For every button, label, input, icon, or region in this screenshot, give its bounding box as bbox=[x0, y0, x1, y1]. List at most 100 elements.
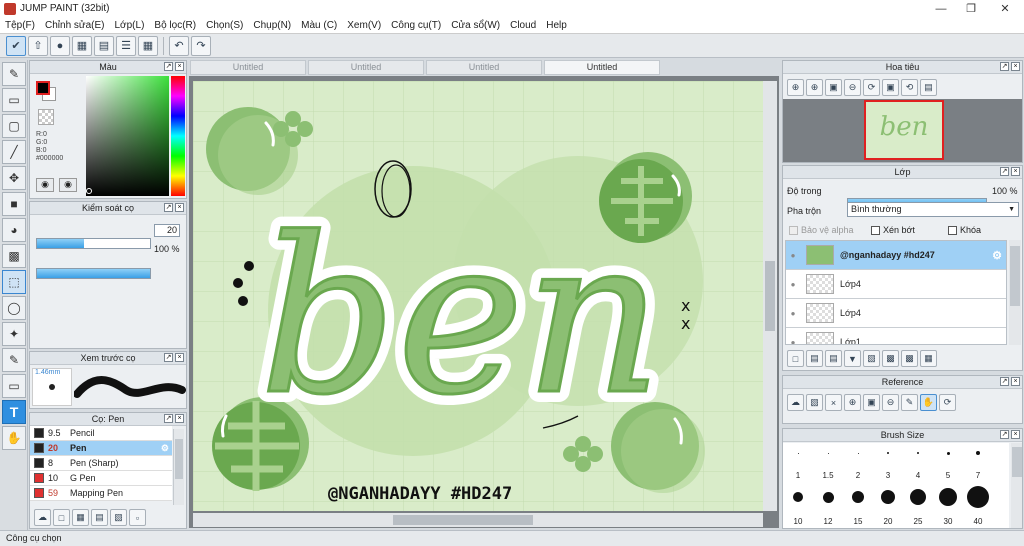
artwork-canvas[interactable]: x x ben ben @NGANHADAYY #HD247 bbox=[193, 81, 763, 511]
new-layer-icon[interactable]: □ bbox=[787, 350, 804, 367]
panel-close-icon[interactable]: × bbox=[1011, 430, 1020, 439]
brush-size-dot[interactable] bbox=[813, 447, 843, 459]
palette-icon[interactable]: ◉ bbox=[36, 178, 54, 192]
brush-list-scrollbar[interactable] bbox=[173, 429, 184, 505]
new-brush-icon[interactable]: □ bbox=[53, 509, 70, 526]
reference-zoom-out-icon[interactable]: ⊖ bbox=[882, 394, 899, 411]
panel-close-icon[interactable]: × bbox=[175, 62, 184, 71]
palette-settings-icon[interactable]: ◉ bbox=[59, 178, 77, 192]
layer-row[interactable]: ● Lớp4 bbox=[786, 270, 1006, 299]
eyedropper-icon[interactable]: ✎ bbox=[901, 394, 918, 411]
close-reference-icon[interactable]: × bbox=[825, 394, 842, 411]
brush-size-dot[interactable] bbox=[813, 491, 843, 503]
lock-option[interactable]: Khóa bbox=[948, 225, 981, 235]
panel-close-icon[interactable]: × bbox=[1011, 167, 1020, 176]
select-rect-tool-icon[interactable]: ⬚ bbox=[2, 270, 26, 294]
minimize-button[interactable]: — bbox=[926, 0, 956, 17]
layer-row[interactable]: ● Lớp4 bbox=[786, 299, 1006, 328]
panel-float-icon[interactable]: ↗ bbox=[1000, 62, 1009, 71]
saturation-value-picker[interactable] bbox=[86, 76, 169, 196]
protect-alpha-option[interactable]: Bảo vệ alpha bbox=[789, 225, 854, 235]
list-icon[interactable]: ☰ bbox=[116, 35, 136, 56]
clipping-option[interactable]: Xén bớt bbox=[871, 225, 915, 235]
gear-icon[interactable]: ⚙ bbox=[992, 249, 1002, 262]
layer-row[interactable]: ● @nganhadayy #hd247 ⚙ bbox=[786, 241, 1006, 270]
clipping-checkbox[interactable] bbox=[871, 225, 880, 235]
layer-list-scrollbar[interactable] bbox=[1009, 240, 1021, 345]
tab-untitled-3[interactable]: Untitled bbox=[426, 60, 542, 75]
hue-slider[interactable] bbox=[171, 76, 185, 196]
cloud-brush-icon[interactable]: ☁ bbox=[34, 509, 51, 526]
fill-rect-tool-icon[interactable]: ■ bbox=[2, 192, 26, 216]
brush-size-dot[interactable] bbox=[873, 447, 903, 459]
move-tool-icon[interactable]: ✥ bbox=[2, 166, 26, 190]
brush-size-dot[interactable] bbox=[963, 447, 993, 459]
brush-type-icon[interactable]: ▦ bbox=[72, 509, 89, 526]
add-layer-menu-icon[interactable]: ▼ bbox=[844, 350, 861, 367]
foreground-color-swatch[interactable] bbox=[36, 81, 50, 95]
tab-untitled-2[interactable]: Untitled bbox=[308, 60, 424, 75]
cloud-reference-icon[interactable]: ☁ bbox=[787, 394, 804, 411]
new-layer-8bit-icon[interactable]: ▤ bbox=[806, 350, 823, 367]
fit-screen-icon[interactable]: ▣ bbox=[825, 79, 842, 96]
brush-size-dot[interactable] bbox=[843, 447, 873, 459]
menu-view[interactable]: Xem(V) bbox=[342, 20, 386, 31]
close-window-button[interactable]: ✕ bbox=[990, 0, 1020, 17]
brush-item[interactable]: 9.5 Pencil bbox=[30, 426, 172, 441]
brush-size-dot[interactable] bbox=[783, 447, 813, 459]
brush-size-dot[interactable] bbox=[873, 490, 903, 504]
new-layer-1bit-icon[interactable]: ▤ bbox=[825, 350, 842, 367]
reference-rotate-icon[interactable]: ⟳ bbox=[939, 394, 956, 411]
select-eraser-tool-icon[interactable]: ▭ bbox=[2, 374, 26, 398]
menu-filter[interactable]: Bộ lọc(R) bbox=[149, 20, 201, 31]
panel-float-icon[interactable]: ↗ bbox=[164, 414, 173, 423]
panel-float-icon[interactable]: ↗ bbox=[164, 353, 173, 362]
lock-checkbox[interactable] bbox=[948, 225, 957, 235]
brush-item-selected[interactable]: 20 Pen ⚙ bbox=[30, 441, 172, 456]
brush-settings-icon[interactable]: ▤ bbox=[91, 509, 108, 526]
panel-float-icon[interactable]: ↗ bbox=[164, 62, 173, 71]
grid-settings-icon[interactable]: ▦ bbox=[138, 35, 158, 56]
menu-cloud[interactable]: Cloud bbox=[505, 20, 541, 31]
jump-icon[interactable]: ✔ bbox=[6, 35, 26, 56]
brush-size-dot[interactable] bbox=[933, 447, 963, 459]
brush-size-dot[interactable] bbox=[903, 489, 933, 505]
panel-close-icon[interactable]: × bbox=[1011, 62, 1020, 71]
panel-float-icon[interactable]: ↗ bbox=[1000, 167, 1009, 176]
brush-size-dot[interactable] bbox=[843, 491, 873, 503]
scrollbar-thumb[interactable] bbox=[765, 261, 775, 331]
brush-size-dot[interactable] bbox=[903, 447, 933, 459]
brush-size-dot[interactable] bbox=[933, 488, 963, 506]
line-tool-icon[interactable]: ╱ bbox=[2, 140, 26, 164]
menu-file[interactable]: Tệp(F) bbox=[0, 20, 40, 31]
rotate-icon[interactable]: ⟳ bbox=[863, 79, 880, 96]
rectangle-tool-icon[interactable]: ▢ bbox=[2, 114, 26, 138]
scrollbar-thumb[interactable] bbox=[393, 515, 533, 525]
delete-layer-icon[interactable]: ▦ bbox=[920, 350, 937, 367]
reference-fit-icon[interactable]: ▣ bbox=[863, 394, 880, 411]
zoom-in-icon[interactable]: ⊕ bbox=[806, 79, 823, 96]
gradient-tool-icon[interactable]: ▩ bbox=[2, 244, 26, 268]
layer-row[interactable]: ● Lớp1 bbox=[786, 328, 1006, 344]
menu-color[interactable]: Màu (C) bbox=[296, 20, 342, 31]
document-icon[interactable]: ▤ bbox=[94, 35, 114, 56]
panel-close-icon[interactable]: × bbox=[175, 414, 184, 423]
panel-close-icon[interactable]: × bbox=[1011, 377, 1020, 386]
canvas-vertical-scrollbar[interactable] bbox=[763, 81, 777, 511]
transparent-color-swatch[interactable] bbox=[38, 109, 54, 125]
zoom-out-icon[interactable]: ⊖ bbox=[844, 79, 861, 96]
brush-delete-icon[interactable]: ▫ bbox=[129, 509, 146, 526]
zoom-reset-icon[interactable]: ⊕ bbox=[787, 79, 804, 96]
maximize-button[interactable]: ❐ bbox=[956, 0, 986, 17]
duplicate-layer-icon[interactable]: ▩ bbox=[882, 350, 899, 367]
brush-opacity-slider[interactable] bbox=[36, 268, 151, 279]
message-icon[interactable]: ▦ bbox=[72, 35, 92, 56]
scrollbar-thumb[interactable] bbox=[175, 439, 183, 479]
panel-float-icon[interactable]: ↗ bbox=[1000, 430, 1009, 439]
scrollbar-thumb[interactable] bbox=[1010, 246, 1020, 306]
gear-icon[interactable]: ⚙ bbox=[161, 443, 169, 454]
menu-capture[interactable]: Chụp(N) bbox=[248, 20, 296, 31]
canvas-horizontal-scrollbar[interactable] bbox=[193, 513, 763, 527]
protect-alpha-checkbox[interactable] bbox=[789, 225, 798, 235]
bucket-tool-icon[interactable]: ◕ bbox=[2, 218, 26, 242]
